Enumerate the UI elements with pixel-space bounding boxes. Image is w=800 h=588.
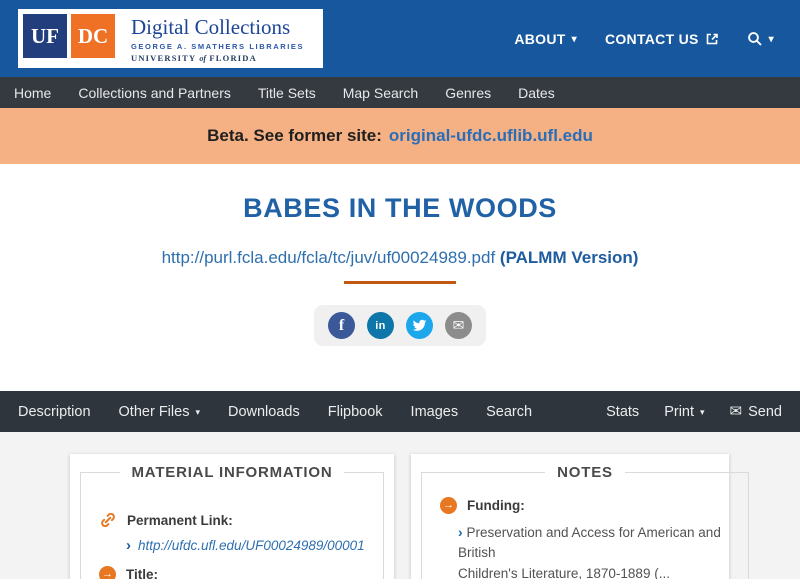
toolbar-tab-images[interactable]: Images — [411, 404, 459, 420]
nav-item-title-sets[interactable]: Title Sets — [258, 85, 316, 101]
notes-title: NOTES — [545, 464, 625, 481]
nav-item-map-search[interactable]: Map Search — [343, 85, 418, 101]
site-header: UF DC Digital Collections GEORGE A. SMAT… — [0, 0, 800, 77]
toolbar-print-button[interactable]: Print ▾ — [664, 404, 704, 420]
downloads-label: Downloads — [228, 404, 300, 420]
toolbar-stats-button[interactable]: Stats — [606, 404, 639, 420]
toolbar-tab-search[interactable]: Search — [486, 404, 532, 420]
toolbar-send-button[interactable]: ✉ Send — [730, 403, 782, 421]
funding-row: → Funding: — [440, 497, 730, 514]
flipbook-label: Flipbook — [328, 404, 383, 420]
other-files-label: Other Files — [119, 404, 190, 420]
chevron-right-icon: › — [458, 524, 463, 540]
beta-banner-text: Beta. See former site: — [207, 126, 382, 146]
arrow-circle-icon: → — [99, 566, 116, 579]
dc-logo-tile: DC — [71, 14, 115, 58]
envelope-icon: ✉ — [730, 402, 743, 420]
toolbar-tab-other-files[interactable]: Other Files ▾ — [119, 404, 200, 420]
item-toolbar: Description Other Files ▾ Downloads Flipb… — [0, 391, 800, 432]
about-menu[interactable]: ABOUT ▾ — [514, 31, 577, 47]
contact-us-link[interactable]: CONTACT US — [605, 31, 719, 47]
linkedin-share-button[interactable]: in — [367, 312, 394, 339]
orange-divider — [344, 281, 456, 284]
images-label: Images — [411, 404, 459, 420]
material-information-title: MATERIAL INFORMATION — [120, 464, 345, 481]
logo-of-word: of — [199, 54, 206, 63]
nav-item-genres[interactable]: Genres — [445, 85, 491, 101]
permanent-link-url[interactable]: http://ufdc.ufl.edu/UF00024989/00001 — [138, 538, 365, 553]
item-header-area: BABES IN THE WOODS http://purl.fcla.edu/… — [0, 164, 800, 391]
funding-value-text-2: Children's Literature, 1870-1889 (... — [458, 564, 730, 580]
funding-label: Funding: — [467, 498, 525, 513]
logo-text: Digital Collections GEORGE A. SMATHERS L… — [119, 14, 318, 63]
logo-florida-word: FLORIDA — [209, 53, 257, 63]
twitter-icon — [412, 318, 427, 333]
beta-banner: Beta. See former site: original-ufdc.ufl… — [0, 108, 800, 164]
logo-subtitle-libraries: GEORGE A. SMATHERS LIBRARIES — [131, 42, 304, 51]
social-share-bar: f in ✉ — [314, 305, 486, 346]
twitter-share-button[interactable] — [406, 312, 433, 339]
chain-link-icon — [99, 511, 117, 529]
search-icon — [747, 31, 763, 47]
linkedin-icon: in — [375, 320, 385, 332]
notes-panel: NOTES → Funding: › Preservation and Acce… — [411, 454, 729, 579]
item-content-section: MATERIAL INFORMATION Permanent Link: › h… — [0, 432, 800, 579]
purl-line: http://purl.fcla.edu/fcla/tc/juv/uf00024… — [0, 248, 800, 268]
toolbar-tab-description[interactable]: Description — [18, 404, 91, 420]
chevron-down-icon: ▾ — [700, 407, 705, 418]
description-label: Description — [18, 404, 91, 420]
purl-link[interactable]: http://purl.fcla.edu/fcla/tc/juv/uf00024… — [162, 248, 496, 267]
chevron-down-icon: ▾ — [195, 407, 200, 418]
material-information-panel: MATERIAL INFORMATION Permanent Link: › h… — [70, 454, 394, 579]
search-menu[interactable]: ▾ — [747, 31, 774, 47]
chevron-right-icon: › — [126, 538, 131, 553]
toolbar-left-group: Description Other Files ▾ Downloads Flipb… — [18, 404, 532, 420]
nav-item-collections-and-partners[interactable]: Collections and Partners — [78, 85, 231, 101]
logo-title: Digital Collections — [131, 16, 304, 39]
title-row: → Title: — [99, 566, 365, 579]
logo-univ-word: UNIVERSITY — [131, 53, 196, 63]
arrow-circle-icon: → — [440, 497, 457, 514]
permanent-link-row: Permanent Link: — [99, 511, 365, 529]
permanent-link-value-row: › http://ufdc.ufl.edu/UF00024989/00001 — [126, 538, 365, 553]
contact-us-label: CONTACT US — [605, 31, 699, 47]
send-label: Send — [748, 404, 782, 420]
palmm-version-label: (PALMM Version) — [500, 248, 639, 267]
search-label: Search — [486, 404, 532, 420]
stats-label: Stats — [606, 404, 639, 420]
funding-value-text: Preservation and Access for American and… — [458, 525, 721, 560]
toolbar-tab-flipbook[interactable]: Flipbook — [328, 404, 383, 420]
uf-logo-tile: UF — [23, 14, 67, 58]
former-site-link[interactable]: original-ufdc.uflib.ufl.edu — [389, 126, 593, 146]
email-icon: ✉ — [453, 317, 465, 334]
ufdc-logo[interactable]: UF DC Digital Collections GEORGE A. SMAT… — [18, 9, 323, 68]
toolbar-right-group: Stats Print ▾ ✉ Send — [606, 403, 782, 421]
toolbar-tab-downloads[interactable]: Downloads — [228, 404, 300, 420]
header-menu: ABOUT ▾ CONTACT US ▾ — [514, 31, 774, 47]
print-label: Print — [664, 404, 694, 420]
chevron-down-icon: ▾ — [572, 34, 577, 45]
nav-item-dates[interactable]: Dates — [518, 85, 555, 101]
email-share-button[interactable]: ✉ — [445, 312, 472, 339]
facebook-share-button[interactable]: f — [328, 312, 355, 339]
main-nav: Home Collections and Partners Title Sets… — [0, 77, 800, 108]
logo-subtitle-university: UNIVERSITY of FLORIDA — [131, 53, 304, 63]
nav-item-home[interactable]: Home — [14, 85, 51, 101]
funding-value: › Preservation and Access for American a… — [458, 523, 730, 579]
about-label: ABOUT — [514, 31, 565, 47]
page-title: BABES IN THE WOODS — [0, 164, 800, 224]
title-field-label: Title: — [126, 567, 158, 579]
chevron-down-icon: ▾ — [769, 34, 774, 45]
facebook-icon: f — [339, 317, 344, 335]
permanent-link-label: Permanent Link: — [127, 513, 233, 528]
external-link-icon — [705, 32, 719, 46]
